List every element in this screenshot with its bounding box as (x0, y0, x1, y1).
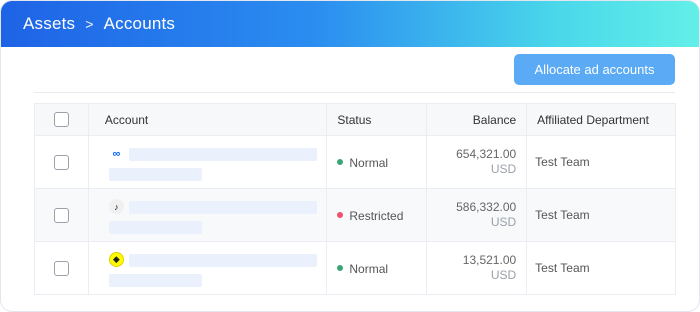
account-name-redacted (128, 148, 317, 161)
balance-cell: 586,332.00 USD (426, 188, 528, 242)
status-dot-icon (337, 212, 344, 219)
account-column-header: Account (87, 103, 328, 136)
table-row[interactable]: ♪ Restricted 586,332.00 USD Test Team (34, 188, 676, 242)
status-cell: Normal (326, 241, 428, 295)
table-row[interactable]: ◆ Normal 13,521.00 USD Test Team (34, 241, 676, 295)
account-name-redacted (128, 254, 317, 267)
tiktok-icon: ♪ (108, 199, 124, 214)
status-text: Normal (349, 261, 389, 276)
row-select-cell (34, 241, 89, 295)
breadcrumb-current: Accounts (103, 14, 176, 33)
department-column-header: Affiliated Department (526, 103, 676, 136)
balance-currency: USD (490, 215, 517, 229)
department-cell: Test Team (526, 241, 676, 295)
snapchat-icon: ◆ (108, 252, 124, 267)
balance-cell: 654,321.00 USD (426, 135, 528, 189)
department-cell: Test Team (526, 135, 676, 189)
table-row[interactable]: ∞ Normal 654,321.00 USD Test Team (34, 135, 676, 189)
status-cell: Restricted (326, 188, 428, 242)
account-cell: ∞ (87, 135, 328, 189)
balance-amount: 13,521.00 (462, 253, 517, 267)
account-cell: ♪ (87, 188, 328, 242)
toolbar: Allocate ad accounts (34, 47, 675, 93)
status-text: Normal (349, 155, 389, 170)
department-cell: Test Team (526, 188, 676, 242)
row-checkbox[interactable] (53, 207, 69, 223)
allocate-ad-accounts-button[interactable]: Allocate ad accounts (514, 54, 675, 85)
breadcrumb-root[interactable]: Assets (23, 14, 75, 34)
breadcrumb-separator-icon: > (85, 16, 94, 32)
status-text: Restricted (349, 208, 404, 223)
accounts-panel: Assets > Accounts Allocate ad accounts A… (0, 0, 700, 312)
account-name-redacted (128, 201, 317, 214)
status-cell: Normal (326, 135, 428, 189)
status-column-header: Status (326, 103, 428, 136)
row-select-cell (34, 135, 89, 189)
balance-currency: USD (490, 268, 517, 282)
table-header-row: Account Status Balance Affiliated Depart… (34, 103, 676, 136)
meta-icon: ∞ (112, 147, 121, 160)
row-select-cell (34, 188, 89, 242)
account-cell: ◆ (87, 241, 328, 295)
status-dot-icon (337, 159, 344, 166)
balance-column-header: Balance (426, 103, 528, 136)
balance-amount: 654,321.00 (456, 147, 517, 161)
row-checkbox[interactable] (53, 154, 69, 170)
status-dot-icon (337, 265, 344, 272)
account-id-redacted (108, 168, 202, 181)
balance-amount: 586,332.00 (456, 200, 517, 214)
accounts-table: Account Status Balance Affiliated Depart… (34, 103, 676, 295)
balance-cell: 13,521.00 USD (426, 241, 528, 295)
balance-currency: USD (490, 162, 517, 176)
account-id-redacted (108, 274, 202, 287)
row-checkbox[interactable] (53, 260, 69, 276)
select-all-cell (34, 103, 89, 136)
account-id-redacted (108, 221, 202, 234)
header-bar: Assets > Accounts (1, 1, 699, 47)
select-all-checkbox[interactable] (53, 112, 69, 128)
